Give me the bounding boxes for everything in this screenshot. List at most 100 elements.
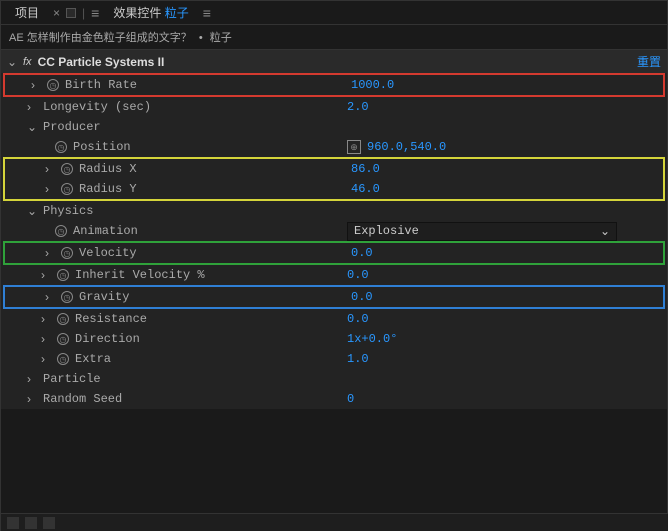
prop-value-resistance[interactable]: 0.0 [347,312,369,326]
effect-panel: ⌄ fx CC Particle Systems II 重置 › ◷ Birth… [1,50,667,409]
panel-footer [1,513,668,531]
tab-project[interactable]: 项目 [7,1,47,24]
prop-value-extra[interactable]: 1.0 [347,352,369,366]
tab-divider: | [82,6,85,20]
twirl-producer[interactable]: ⌄ [27,120,37,134]
effect-name: CC Particle Systems II [38,55,631,69]
twirl-resistance[interactable]: › [41,312,51,326]
prop-label-extra: Extra [75,352,111,366]
prop-resistance: › ◷ Resistance 0.0 [1,309,667,329]
tab-effect-controls-layer: 粒子 [165,6,189,20]
stopwatch-icon[interactable]: ◷ [55,225,67,237]
prop-value-longevity[interactable]: 2.0 [347,100,369,114]
prop-position: ◷ Position ⊕ 960.0,540.0 [1,137,667,157]
prop-inherit-velocity: › ◷ Inherit Velocity % 0.0 [1,265,667,285]
prop-radius-y: › ◷ Radius Y 46.0 [5,179,663,199]
prop-value-inherit-velocity[interactable]: 0.0 [347,268,369,282]
stopwatch-icon[interactable]: ◷ [61,183,73,195]
footer-icon-2[interactable] [25,517,37,529]
prop-label-random-seed: Random Seed [43,392,122,406]
twirl-velocity[interactable]: › [45,246,55,260]
twirl-physics[interactable]: ⌄ [27,204,37,218]
prop-label-longevity: Longevity (sec) [43,100,151,114]
tab-effect-controls-label: 效果控件 [113,6,161,20]
section-label-producer: Producer [43,120,101,134]
dropdown-animation-value: Explosive [354,224,419,239]
twirl-particle[interactable]: › [27,372,37,386]
panel-menu-icon[interactable]: ≡ [91,5,99,21]
effect-header[interactable]: ⌄ fx CC Particle Systems II 重置 [1,50,667,73]
chevron-down-icon: ⌄ [600,224,610,239]
prop-value-birth-rate[interactable]: 1000.0 [351,78,394,92]
stopwatch-icon[interactable]: ◷ [61,291,73,303]
twirl-radius-y[interactable]: › [45,182,55,196]
section-particle[interactable]: › Particle [1,369,667,389]
stopwatch-icon[interactable]: ◷ [57,353,69,365]
stopwatch-icon[interactable]: ◷ [57,333,69,345]
twirl-longevity[interactable]: › [27,100,37,114]
breadcrumb-comp[interactable]: 怎样制作由金色粒子组成的文字？ [27,32,192,44]
section-physics[interactable]: ⌄ Physics [1,201,667,221]
prop-value-position[interactable]: 960.0,540.0 [367,140,446,154]
twirl-gravity[interactable]: › [45,290,55,304]
stopwatch-icon[interactable]: ◷ [61,247,73,259]
close-icon[interactable]: × [53,6,60,20]
record-indicator [66,8,76,18]
prop-label-resistance: Resistance [75,312,147,326]
highlight-yellow: › ◷ Radius X 86.0 › ◷ Radius Y 46.0 [3,157,665,201]
prop-value-radius-y[interactable]: 46.0 [351,182,380,196]
prop-random-seed: › Random Seed 0 [1,389,667,409]
twirl-inherit-velocity[interactable]: › [41,268,51,282]
stopwatch-icon[interactable]: ◷ [57,269,69,281]
highlight-red: › ◷ Birth Rate 1000.0 [3,73,665,97]
stopwatch-icon[interactable]: ◷ [55,141,67,153]
highlight-green: › ◷ Velocity 0.0 [3,241,665,265]
prop-label-gravity: Gravity [79,290,129,304]
fx-badge[interactable]: fx [23,56,32,68]
twirl-random-seed[interactable]: › [27,392,37,406]
footer-icon-1[interactable] [7,517,19,529]
section-producer[interactable]: ⌄ Producer [1,117,667,137]
stopwatch-icon[interactable]: ◷ [61,163,73,175]
highlight-blue: › ◷ Gravity 0.0 [3,285,665,309]
prop-label-animation: Animation [73,224,138,238]
prop-animation: ◷ Animation Explosive ⌄ [1,221,667,241]
prop-label-velocity: Velocity [79,246,137,260]
tab-effect-controls[interactable]: 效果控件 粒子 [105,1,196,24]
prop-value-random-seed[interactable]: 0 [347,392,354,406]
stopwatch-icon[interactable]: ◷ [57,313,69,325]
twirl-birth-rate[interactable]: › [31,78,41,92]
prop-value-velocity[interactable]: 0.0 [351,246,373,260]
twirl-effect[interactable]: ⌄ [7,55,17,69]
breadcrumb: AE 怎样制作由金色粒子组成的文字？ • 粒子 [1,25,667,50]
twirl-direction[interactable]: › [41,332,51,346]
reset-link[interactable]: 重置 [637,53,661,70]
panel-dropdown-icon[interactable]: ≡ [203,5,211,21]
prop-value-gravity[interactable]: 0.0 [351,290,373,304]
prop-value-direction-deg: +0.0° [361,332,397,346]
tab-bar: 项目 × | ≡ 效果控件 粒子 ≡ [1,1,667,25]
prop-label-position: Position [73,140,131,154]
prop-extra: › ◷ Extra 1.0 [1,349,667,369]
prop-birth-rate: › ◷ Birth Rate 1000.0 [5,75,663,95]
prop-value-direction-prefix: 1x [347,332,361,346]
twirl-extra[interactable]: › [41,352,51,366]
breadcrumb-bullet: • [199,32,203,44]
section-label-physics: Physics [43,204,93,218]
prop-value-direction[interactable]: 1x+0.0° [347,332,397,346]
prop-radius-x: › ◷ Radius X 86.0 [5,159,663,179]
stopwatch-icon[interactable]: ◷ [47,79,59,91]
footer-icon-3[interactable] [43,517,55,529]
twirl-radius-x[interactable]: › [45,162,55,176]
prop-direction: › ◷ Direction 1x+0.0° [1,329,667,349]
crosshair-icon[interactable]: ⊕ [347,140,361,154]
section-label-particle: Particle [43,372,101,386]
prop-label-radius-x: Radius X [79,162,137,176]
prop-longevity: › Longevity (sec) 2.0 [1,97,667,117]
dropdown-animation[interactable]: Explosive ⌄ [347,222,617,241]
breadcrumb-layer[interactable]: 粒子 [210,32,232,44]
prop-value-radius-x[interactable]: 86.0 [351,162,380,176]
prop-label-direction: Direction [75,332,140,346]
prop-gravity: › ◷ Gravity 0.0 [5,287,663,307]
prop-label-inherit-velocity: Inherit Velocity % [75,268,205,282]
